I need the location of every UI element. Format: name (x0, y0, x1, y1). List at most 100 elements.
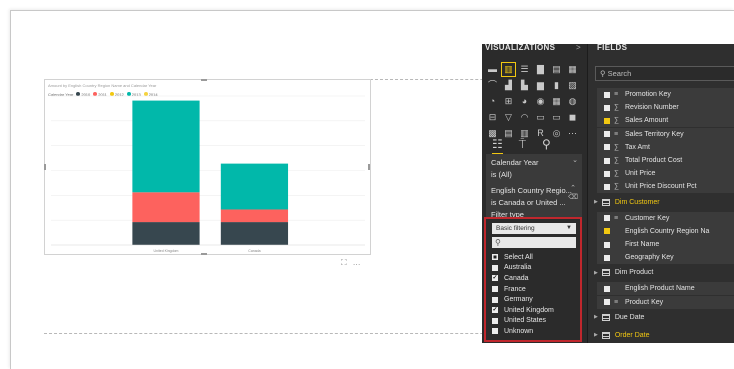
field-checkbox[interactable] (604, 157, 610, 164)
field-item[interactable]: English Country Region Na (597, 224, 734, 238)
field-checkbox[interactable] (604, 241, 610, 248)
visual-type-icon[interactable]: ◎ (550, 127, 563, 140)
visual-type-icon[interactable]: ▮ (550, 79, 563, 92)
visual-type-icon[interactable]: ▦ (566, 63, 579, 76)
field-item[interactable]: Geography Key (597, 251, 734, 265)
format-tab-icon[interactable]: ⍑ (519, 137, 526, 155)
field-item[interactable]: ∑ Total Product Cost (597, 154, 734, 167)
field-item[interactable]: ≡ Customer Key (597, 211, 734, 225)
expand-triangle-icon[interactable]: ▶ (594, 270, 598, 276)
fields-tab-icon[interactable]: ☷ (492, 137, 503, 155)
field-table-group[interactable]: ▶ Dim Customer (588, 196, 728, 209)
visual-type-icon[interactable]: ▽ (502, 111, 515, 124)
field-checkbox[interactable] (604, 215, 610, 222)
more-options-icon[interactable]: … (353, 258, 361, 268)
filter-search-input[interactable]: ⚲ (492, 237, 576, 248)
field-item[interactable]: ∑ Revision Number (597, 101, 734, 115)
filter-option[interactable]: United States (492, 316, 578, 327)
bar-segment[interactable] (132, 100, 200, 193)
expand-triangle-icon[interactable]: ▶ (594, 332, 598, 338)
field-checkbox[interactable] (604, 254, 610, 261)
field-checkbox[interactable] (604, 228, 610, 235)
field-item[interactable]: ∑ Tax Amt (597, 140, 734, 154)
visual-type-icon[interactable]: ▤ (550, 63, 563, 76)
visual-type-icon[interactable]: ◔ (486, 95, 499, 108)
visual-type-icon[interactable]: ▬ (486, 63, 499, 76)
bar-segment[interactable] (132, 192, 200, 223)
filter-option[interactable]: Germany (492, 294, 578, 305)
field-checkbox[interactable] (604, 285, 610, 292)
expand-chevron-icon[interactable]: ⌄ (572, 156, 578, 165)
visual-type-icon[interactable]: ⊟ (486, 111, 499, 124)
field-checkbox[interactable] (604, 131, 610, 138)
field-checkbox[interactable] (604, 104, 610, 111)
visual-type-icon[interactable]: ▟ (502, 79, 515, 92)
visual-type-icon[interactable]: ▭ (534, 111, 547, 124)
collapse-chevron-icon[interactable]: ⌃ (570, 185, 576, 192)
filter-option[interactable]: ✓ Canada (492, 273, 578, 284)
visual-type-icon[interactable]: ▥ (501, 62, 516, 77)
checkbox[interactable] (492, 286, 498, 293)
field-table-group[interactable]: ▶ Order Date (588, 329, 728, 342)
filter-option[interactable]: Unknown (492, 326, 578, 337)
field-item[interactable]: ∑ Sales Amount (597, 114, 734, 128)
expand-triangle-icon[interactable]: ▶ (594, 314, 598, 320)
checkbox[interactable]: ✓ (492, 275, 498, 282)
field-table-group[interactable]: ▶ Dim Product (588, 266, 728, 279)
analytics-tab-icon[interactable]: ⚲ (542, 137, 551, 155)
checkbox[interactable] (492, 317, 498, 324)
field-item[interactable]: ≡ Promotion Key (597, 88, 734, 101)
field-item[interactable]: First Name (597, 238, 734, 251)
visual-type-icon[interactable]: ☰ (518, 63, 531, 76)
field-checkbox[interactable] (604, 299, 610, 306)
visual-type-icon[interactable]: ◕ (518, 95, 531, 108)
blank-icon (614, 254, 621, 261)
field-item[interactable]: ≡ Sales Territory Key (597, 127, 734, 141)
visual-type-icon[interactable]: ◼ (566, 111, 579, 124)
filter-option[interactable]: ✓ United Kingdom (492, 305, 578, 316)
filter-option[interactable]: France (492, 284, 578, 295)
bar-segment[interactable] (132, 222, 200, 245)
filter-card-calendar-year[interactable]: Calendar Year is (All) ⌄ (486, 154, 582, 182)
focus-mode-icon[interactable]: ⛶ (341, 258, 347, 268)
visual-type-icon[interactable]: ⌒ (486, 79, 499, 92)
field-checkbox[interactable] (604, 117, 610, 124)
field-checkbox[interactable] (604, 170, 610, 177)
checkbox[interactable] (492, 328, 498, 335)
field-item[interactable]: ∑ Unit Price (597, 167, 734, 181)
visual-type-icon[interactable]: ⊞ (502, 95, 515, 108)
checkbox[interactable] (492, 264, 498, 271)
field-item[interactable]: ∑ Unit Price Discount Pct (597, 180, 734, 194)
bar-segment[interactable] (220, 209, 289, 223)
checkbox[interactable]: ✓ (492, 307, 498, 314)
visual-type-icon[interactable]: ▦ (550, 95, 563, 108)
bar-segment[interactable] (220, 163, 289, 210)
expand-triangle-icon[interactable]: ▶ (594, 199, 598, 205)
visual-type-icon[interactable]: ⋯ (566, 127, 579, 140)
field-table-group[interactable]: ▶ Due Date (588, 311, 728, 324)
filter-option[interactable]: Australia (492, 263, 578, 274)
fields-search-input[interactable]: ⚲ Search (595, 66, 734, 81)
checkbox[interactable] (492, 296, 498, 303)
visual-type-icon[interactable]: ▆ (534, 79, 547, 92)
visual-type-icon[interactable]: ▭ (550, 111, 563, 124)
collapse-arrow-icon[interactable]: > (576, 44, 581, 54)
field-checkbox[interactable] (604, 91, 610, 98)
visual-type-icon[interactable]: ◉ (534, 95, 547, 108)
field-item[interactable]: English Product Name (597, 282, 734, 296)
field-checkbox[interactable] (604, 183, 610, 190)
filter-card-country-region[interactable]: English Country Regio... is Canada or Un… (486, 182, 582, 220)
visual-type-icon[interactable]: ▨ (566, 79, 579, 92)
visual-type-icon[interactable]: ◍ (566, 95, 579, 108)
eraser-icon[interactable]: ⌫ (568, 194, 578, 201)
filter-type-dropdown[interactable]: Basic filtering ▼ (492, 223, 576, 234)
field-checkbox[interactable] (604, 144, 610, 151)
filter-option[interactable]: Select All (492, 252, 578, 263)
visual-type-icon[interactable]: ▙ (518, 79, 531, 92)
visual-type-icon[interactable]: ▇ (534, 63, 547, 76)
field-item[interactable]: ≡ Product Key (597, 295, 734, 309)
bar-segment[interactable] (220, 222, 289, 245)
visual-type-icon[interactable]: ◠ (518, 111, 531, 124)
checkbox[interactable] (492, 254, 498, 261)
stacked-column-chart-visual[interactable]: Amount by English Country Region Name an… (44, 79, 371, 255)
